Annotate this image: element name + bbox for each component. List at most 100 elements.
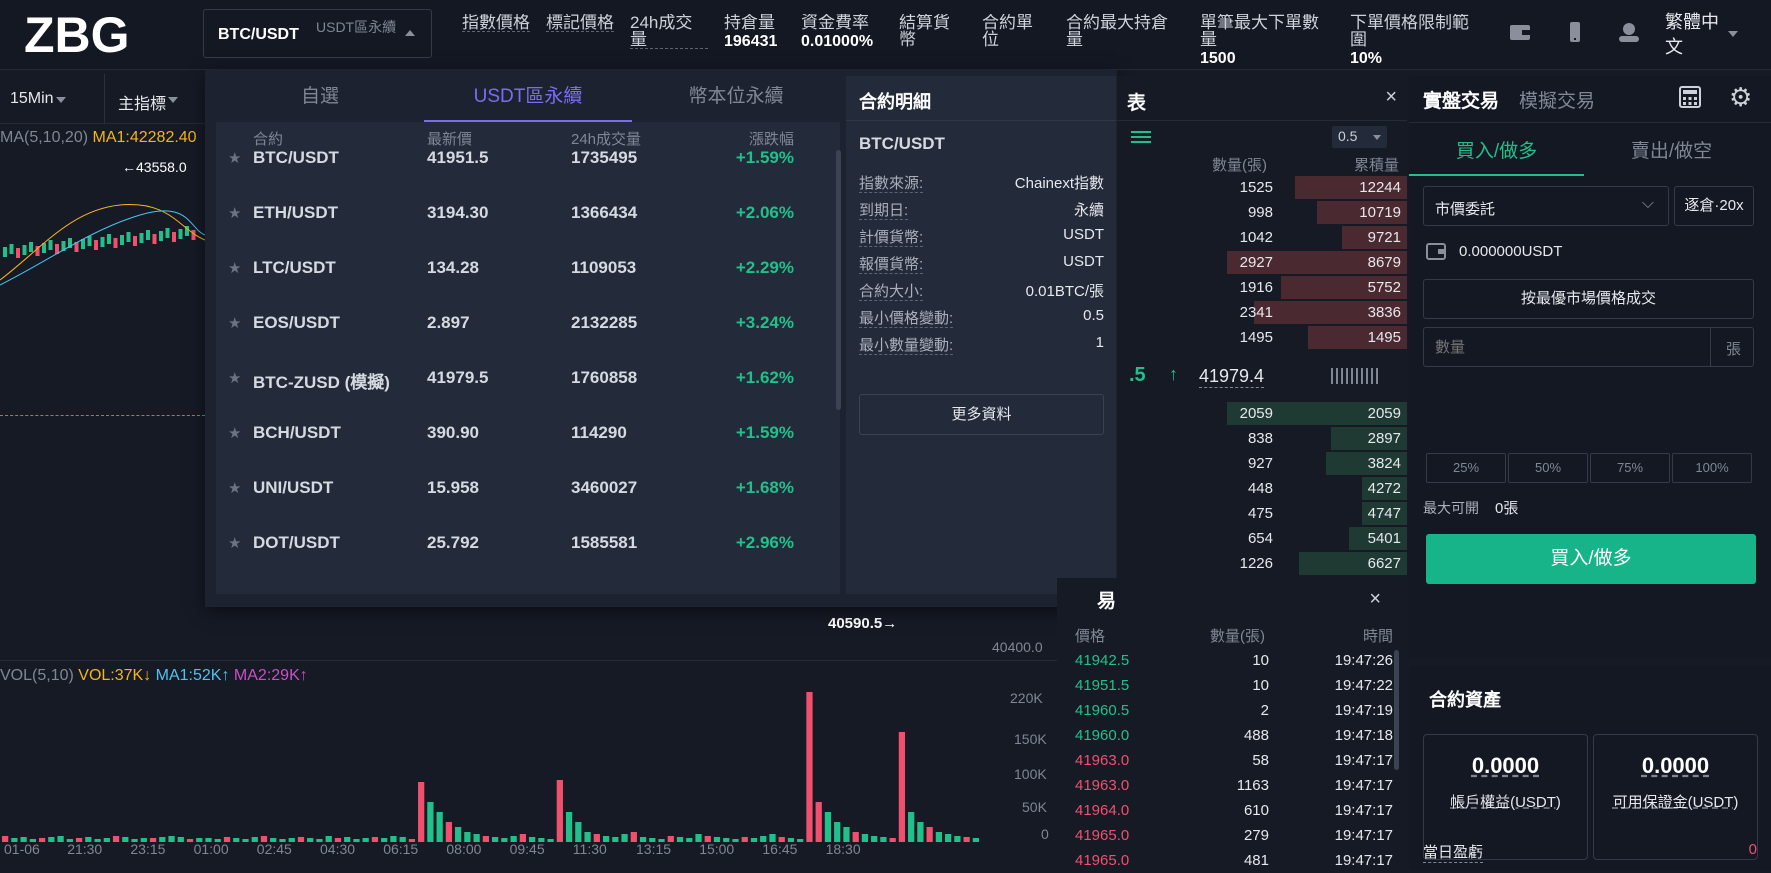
market-row[interactable]: ★ UNI/USDT 15.958 3460027 +1.68% xyxy=(216,462,840,517)
market-row[interactable]: ★ BTC/USDT 41951.5 1735495 +1.59% xyxy=(216,132,840,187)
market-price-field[interactable]: 按最優市場價格成交 xyxy=(1423,279,1754,319)
bid-row[interactable]: 448 4272 xyxy=(1117,476,1407,501)
pct-75-button[interactable]: 75% xyxy=(1590,453,1670,483)
market-row[interactable]: ★ BCH/USDT 390.90 114290 +1.59% xyxy=(216,407,840,462)
quantity-field[interactable]: 張 xyxy=(1423,327,1754,367)
tab-real-trading[interactable]: 實盤交易 xyxy=(1423,86,1499,113)
leverage-select[interactable]: 逐倉·20x xyxy=(1674,186,1754,226)
gear-icon[interactable]: ⚙ xyxy=(1729,82,1752,113)
wallet-icon[interactable] xyxy=(1509,22,1531,42)
order-total: 9721 xyxy=(1367,229,1401,246)
volume-bar xyxy=(843,827,850,842)
depth-select[interactable]: 0.5 xyxy=(1332,126,1387,148)
market-tabs: 自選 USDT區永續 幣本位永續 xyxy=(216,76,840,122)
bid-row[interactable]: 1226 6627 xyxy=(1117,551,1407,576)
trade-row: 41965.0 279 19:47:17 xyxy=(1075,823,1393,848)
candle xyxy=(126,232,131,242)
order-type-select[interactable]: 市價委託 ⌵ xyxy=(1423,186,1669,226)
market-row[interactable]: ★ DOT/USDT 25.792 1585581 +2.96% xyxy=(216,517,840,572)
mark-price-value: 41979.4 xyxy=(1199,366,1265,388)
star-icon[interactable]: ★ xyxy=(228,369,241,387)
ma-legend: MA(5,10,20) MA1:42282.40 xyxy=(0,129,197,146)
star-icon[interactable]: ★ xyxy=(228,314,241,332)
trade-price: 41964.0 xyxy=(1075,802,1130,819)
star-icon[interactable]: ★ xyxy=(228,149,241,167)
close-icon[interactable]: × xyxy=(1385,86,1397,109)
mobile-phone-icon[interactable] xyxy=(1564,22,1586,42)
pct-50-button[interactable]: 50% xyxy=(1508,453,1588,483)
star-icon[interactable]: ★ xyxy=(228,259,241,277)
star-icon[interactable]: ★ xyxy=(228,534,241,552)
tab-buy-long[interactable]: 買入/做多 xyxy=(1409,136,1584,176)
volume-bar xyxy=(112,836,120,842)
volume-bar xyxy=(945,834,952,842)
ask-row[interactable]: 1916 5752 xyxy=(1117,275,1407,300)
pair-selector[interactable]: BTC/USDT USDT區永續 xyxy=(203,9,432,58)
market-row[interactable]: ★ LTC/USDT 134.28 1109053 +2.29% xyxy=(216,242,840,297)
tab-sell-short[interactable]: 賣出/做空 xyxy=(1584,136,1759,176)
market-row-name: ETH/USDT xyxy=(253,203,338,222)
tab-usdt-perpetual[interactable]: USDT區永續 xyxy=(424,76,632,122)
candle xyxy=(87,236,92,246)
trade-price: 41942.5 xyxy=(1075,652,1130,669)
language-selector[interactable]: 繁體中文 xyxy=(1665,10,1725,60)
more-info-button[interactable]: 更多資料 xyxy=(859,394,1104,435)
market-row[interactable]: ★ ETH/USDT 3194.30 1366434 +2.06% xyxy=(216,187,840,242)
ask-row[interactable]: 1495 1495 xyxy=(1117,325,1407,350)
zbg-logo[interactable]: ZBG xyxy=(24,8,174,60)
tab-coin-perpetual[interactable]: 幣本位永續 xyxy=(632,76,840,122)
pct-100-button[interactable]: 100% xyxy=(1672,453,1752,483)
chevron-down-icon[interactable] xyxy=(1728,31,1738,37)
market-list-scrollbar[interactable] xyxy=(836,150,841,410)
star-icon[interactable]: ★ xyxy=(228,204,241,222)
tab-simulated-trading[interactable]: 模擬交易 xyxy=(1519,86,1595,113)
trade-time: 19:47:17 xyxy=(1334,827,1393,844)
ask-row[interactable]: 1525 12244 xyxy=(1117,175,1407,200)
interval-select[interactable]: 15Min xyxy=(10,90,54,108)
market-row-change: +2.06% xyxy=(735,203,794,222)
detail-key: 最小價格變動: xyxy=(859,310,954,328)
bid-row[interactable]: 2059 2059 xyxy=(1117,401,1407,426)
market-row-name: UNI/USDT xyxy=(253,478,334,497)
trade-row: 41963.0 58 19:47:17 xyxy=(1075,748,1393,773)
star-icon[interactable]: ★ xyxy=(228,479,241,497)
depth-menu-icon[interactable] xyxy=(1131,130,1151,146)
ask-row[interactable]: 2927 8679 xyxy=(1117,250,1407,275)
quantity-unit: 張 xyxy=(1725,341,1741,358)
stat-24h-volume: 24h成交量 xyxy=(630,14,708,66)
close-icon[interactable]: × xyxy=(1369,588,1381,611)
ask-row[interactable]: 2341 3836 xyxy=(1117,300,1407,325)
pct-25-button[interactable]: 25% xyxy=(1426,453,1506,483)
max-open-value: 0張 xyxy=(1495,500,1519,517)
col-header-price: 價格 xyxy=(1075,628,1106,645)
trades-scrollbar[interactable] xyxy=(1394,650,1399,770)
tab-favorites[interactable]: 自選 xyxy=(216,76,424,122)
volume-bar xyxy=(418,782,425,842)
market-row[interactable]: ★ BTC-ZUSD (模擬) 41979.5 1760858 +1.62% xyxy=(216,352,840,407)
user-avatar-icon[interactable] xyxy=(1617,22,1641,42)
ask-row[interactable]: 1042 9721 xyxy=(1117,225,1407,250)
quantity-input[interactable] xyxy=(1424,328,1711,366)
volume-bar xyxy=(889,838,896,842)
main-indicator-select[interactable]: 主指標 xyxy=(118,90,166,114)
calculator-icon[interactable] xyxy=(1679,86,1701,108)
market-list: 合約 最新價 24h成交量 漲跌幅 ★ BTC/USDT 41951.5 173549… xyxy=(216,122,840,594)
time-axis-tick: 16:45 xyxy=(762,841,798,857)
bid-row[interactable]: 654 5401 xyxy=(1117,526,1407,551)
market-row[interactable]: ★ EOS/USDT 2.897 2132285 +3.24% xyxy=(216,297,840,352)
volume-bar xyxy=(926,827,933,842)
bid-row[interactable]: 838 2897 xyxy=(1117,426,1407,451)
bid-row[interactable]: 927 3824 xyxy=(1117,451,1407,476)
available-balance: 0.000000USDT xyxy=(1459,243,1563,260)
trade-qty: 610 xyxy=(1243,802,1269,819)
volume-bar xyxy=(871,836,878,842)
star-icon[interactable]: ★ xyxy=(228,424,241,442)
volume-bar xyxy=(122,837,129,842)
volume-bar xyxy=(436,812,443,842)
bid-row[interactable]: 475 4747 xyxy=(1117,501,1407,526)
ask-row[interactable]: 998 10719 xyxy=(1117,200,1407,225)
buy-long-button[interactable]: 買入/做多 xyxy=(1426,534,1756,584)
trade-qty: 279 xyxy=(1243,827,1269,844)
candle xyxy=(48,240,53,250)
market-row-volume: 1366434 xyxy=(571,203,638,222)
